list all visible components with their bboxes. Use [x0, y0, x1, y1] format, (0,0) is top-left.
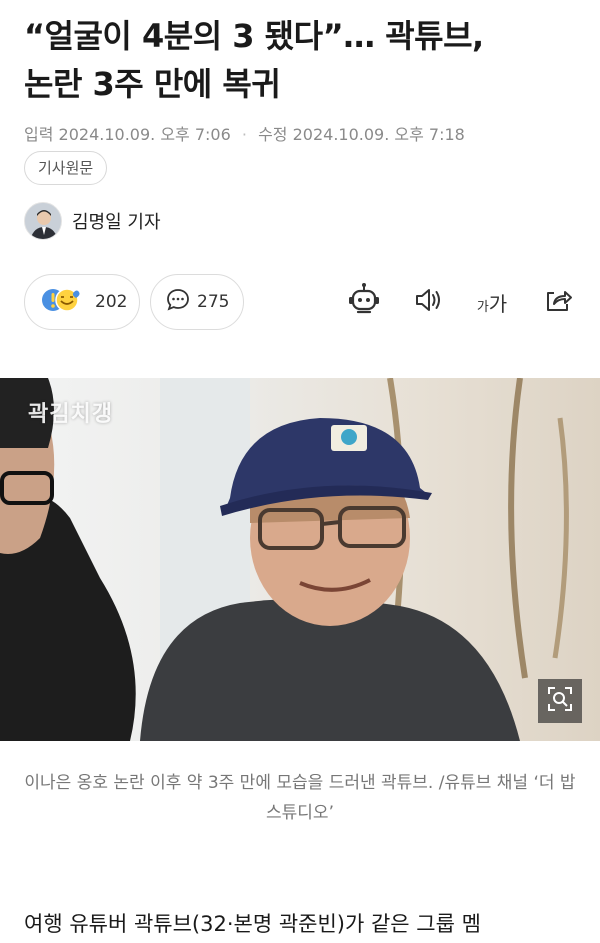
font-size-icon: 가가 — [477, 288, 507, 317]
emoji-reaction-icon — [39, 285, 89, 319]
headline-line-2: 논란 3주 만에 복귀 — [24, 65, 281, 103]
separator-dot: · — [241, 125, 247, 144]
font-size-button[interactable]: 가가 — [472, 282, 512, 322]
zoom-icon — [546, 685, 574, 717]
author-name[interactable]: 김명일 기자 — [72, 208, 161, 234]
photo-watermark: 곽김치갱 — [28, 402, 113, 427]
headline-line-1: “얼굴이 4분의 3 됐다”… 곽튜브, — [24, 17, 484, 55]
read-aloud-button[interactable] — [408, 282, 448, 322]
photo-caption: 이나은 옹호 논란 이후 약 3주 만에 모습을 드러낸 곽튜브. /유튜브 채… — [24, 773, 576, 823]
comment-count: 275 — [197, 292, 230, 312]
author-avatar[interactable] — [24, 202, 62, 240]
share-button[interactable] — [538, 282, 578, 322]
article-photo[interactable]: 곽김치갱 — [0, 378, 600, 741]
author[interactable]: 김명일 기자 — [24, 202, 161, 240]
article-meta: 입력 2024.10.09. 오후 7:06 · 수정 2024.10.09. … — [24, 121, 465, 145]
input-label: 입력 — [24, 125, 54, 144]
comment-icon — [165, 287, 191, 317]
original-article-button[interactable]: 기사원문 — [24, 151, 108, 185]
font-small-glyph: 가 — [476, 299, 489, 315]
ai-robot-icon — [346, 282, 382, 322]
ai-summary-button[interactable] — [344, 282, 384, 322]
font-large-glyph: 가 — [488, 291, 508, 316]
headline: “얼굴이 4분의 3 됐다”… 곽튜브, 논란 3주 만에 복귀 — [24, 12, 580, 108]
photo-zoom-button[interactable] — [538, 679, 582, 723]
photo-scene — [0, 378, 600, 741]
reaction-count: 202 — [95, 292, 128, 312]
speaker-icon — [412, 284, 444, 320]
reaction-button[interactable]: 202 — [24, 274, 140, 330]
edit-label: 수정 — [258, 125, 288, 144]
input-time: 2024.10.09. 오후 7:06 — [58, 125, 231, 144]
share-icon — [543, 285, 573, 319]
article-body-first-line: 여행 유튜버 곽튜브(32·본명 곽준빈)가 같은 그룹 멤 — [24, 912, 481, 936]
edit-time: 2024.10.09. 오후 7:18 — [292, 125, 465, 144]
comment-button[interactable]: 275 — [150, 274, 244, 330]
